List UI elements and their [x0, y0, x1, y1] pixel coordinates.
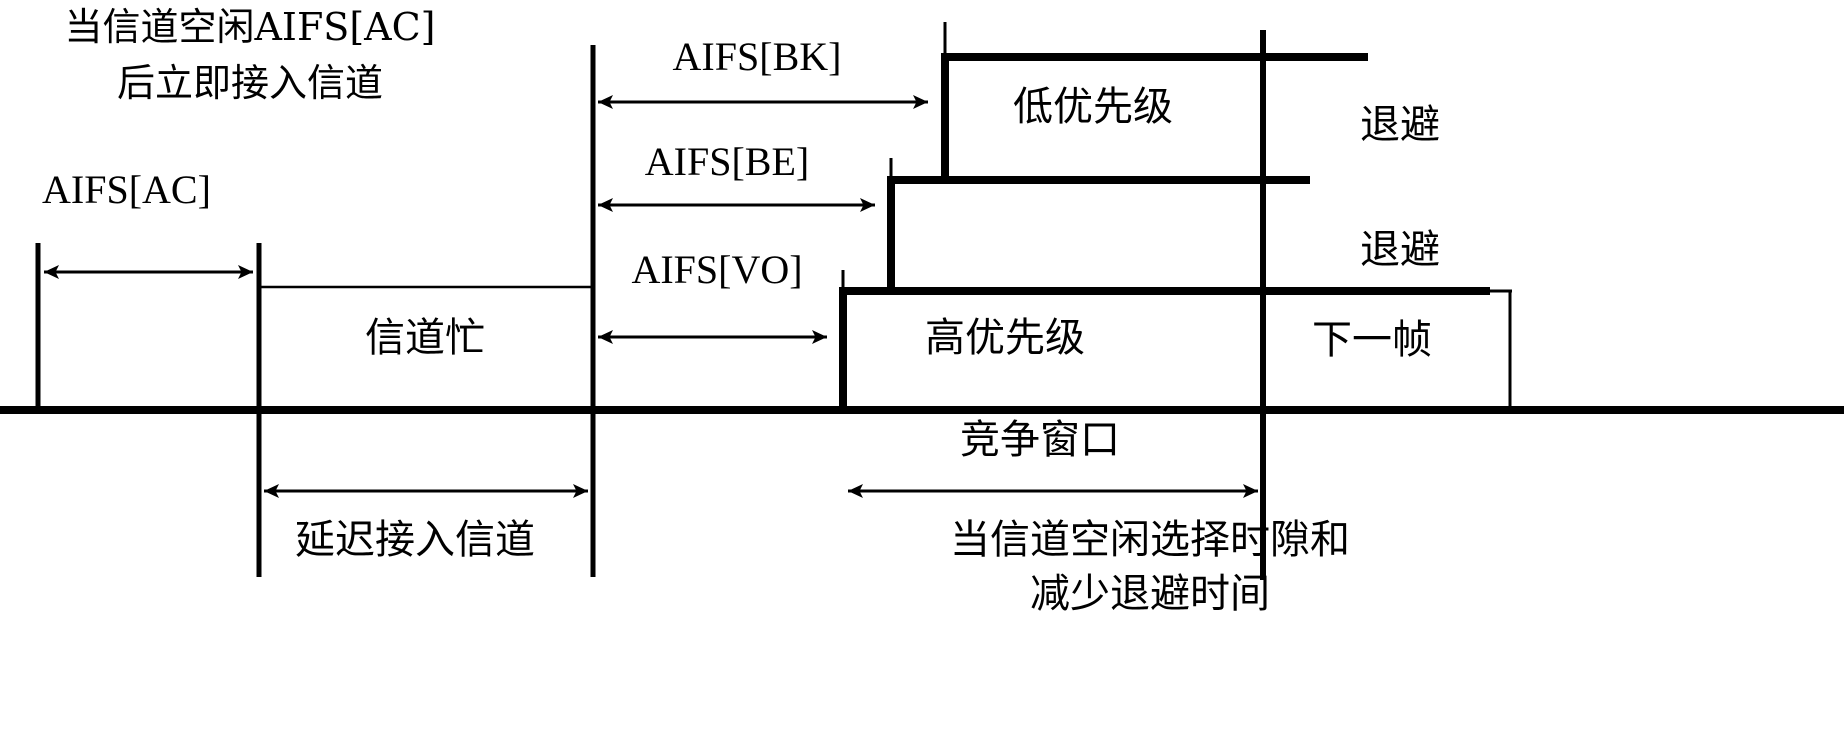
top-note-line1: 当信道空闲AIFS[AC]	[64, 5, 436, 49]
high-priority-label: 高优先级	[925, 315, 1085, 361]
deferred-access-label: 延迟接入信道	[295, 517, 535, 563]
bottom-note-line2: 减少退避时间	[1030, 571, 1270, 617]
bottom-note-line1: 当信道空闲选择时隙和	[950, 517, 1350, 563]
diagram-canvas	[0, 22, 1844, 580]
backoff-upper-label: 退避	[1360, 102, 1440, 148]
edca-timing-diagram: 当信道空闲AIFS[AC] 后立即接入信道 AIFS[AC] AIFS[BK] …	[0, 0, 1844, 751]
top-note-line2: 后立即接入信道	[116, 61, 384, 105]
contention-window-label: 竞争窗口	[960, 417, 1120, 463]
backoff-lower-label: 退避	[1360, 227, 1440, 273]
aifs-be-label: AIFS[BE]	[644, 139, 810, 184]
medium-priority-step	[887, 158, 1310, 295]
low-priority-label: 低优先级	[1013, 84, 1173, 130]
channel-busy-label: 信道忙	[365, 315, 485, 361]
aifs-bk-label: AIFS[BK]	[672, 34, 842, 79]
aifs-vo-label: AIFS[VO]	[631, 247, 803, 292]
next-frame-label: 下一帧	[1312, 317, 1432, 363]
aifs-ac-label: AIFS[AC]	[42, 167, 211, 212]
